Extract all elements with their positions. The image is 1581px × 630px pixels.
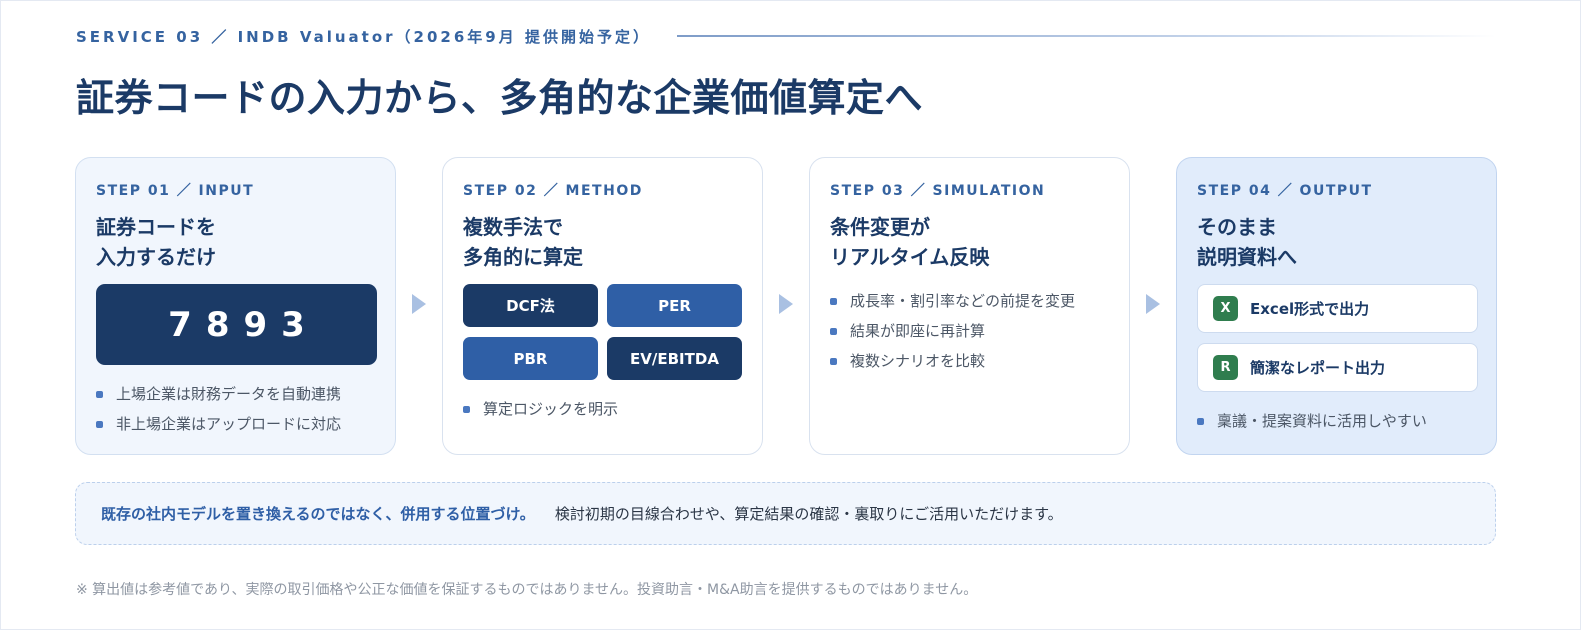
report-output-option: R 簡潔なレポート出力 bbox=[1197, 343, 1478, 392]
output-label: 簡潔なレポート出力 bbox=[1250, 359, 1386, 377]
step-title-line: 多角的に算定 bbox=[463, 245, 583, 269]
bullet-item: 上場企業は財務データを自動連携 bbox=[96, 379, 375, 409]
step-title-line: 条件変更が bbox=[830, 215, 930, 239]
arrow-right-icon bbox=[1146, 294, 1160, 314]
step-title-line: リアルタイム反映 bbox=[830, 245, 990, 269]
step-label: STEP 04 ／ OUTPUT bbox=[1197, 183, 1373, 199]
step-title-line: 入力するだけ bbox=[96, 245, 216, 269]
step-bullets: 稟議・提案資料に活用しやすい bbox=[1197, 406, 1476, 436]
step-label: STEP 01 ／ INPUT bbox=[96, 183, 255, 199]
step-card-simulation: STEP 03 ／ SIMULATION 条件変更が リアルタイム反映 成長率・… bbox=[809, 157, 1130, 455]
report-icon: R bbox=[1213, 355, 1238, 380]
step-bullets: 上場企業は財務データを自動連携 非上場企業はアップロードに対応 bbox=[96, 379, 375, 439]
step-title-line: そのまま bbox=[1197, 215, 1277, 239]
step-title-line: 証券コードを bbox=[96, 215, 216, 239]
step-title: 条件変更が リアルタイム反映 bbox=[830, 212, 1109, 272]
positioning-note: 既存の社内モデルを置き換えるのではなく、併用する位置づけ。 検討初期の目線合わせ… bbox=[75, 482, 1496, 545]
security-code-display: 7893 bbox=[96, 284, 377, 365]
step-label: STEP 02 ／ METHOD bbox=[463, 183, 643, 199]
method-grid: DCF法 PER PBR EV/EBITDA bbox=[463, 284, 742, 380]
method-ev-ebitda: EV/EBITDA bbox=[607, 337, 742, 380]
bullet-item: 非上場企業はアップロードに対応 bbox=[96, 409, 375, 439]
note-emphasis: 既存の社内モデルを置き換えるのではなく、併用する位置づけ。 bbox=[101, 505, 535, 523]
excel-output-option: X Excel形式で出力 bbox=[1197, 284, 1478, 333]
step-card-input: STEP 01 ／ INPUT 証券コードを 入力するだけ 7893 上場企業は… bbox=[75, 157, 396, 455]
method-dcf: DCF法 bbox=[463, 284, 598, 327]
step-title-line: 複数手法で bbox=[463, 215, 563, 239]
arrow-right-icon bbox=[779, 294, 793, 314]
method-per: PER bbox=[607, 284, 742, 327]
page-title: 証券コードの入力から、多角的な企業価値算定へ bbox=[76, 76, 924, 120]
method-pbr: PBR bbox=[463, 337, 598, 380]
output-label: Excel形式で出力 bbox=[1250, 300, 1370, 318]
step-title: そのまま 説明資料へ bbox=[1197, 212, 1476, 272]
disclaimer: ※ 算出値は参考値であり、実際の取引価格や公正な価値を保証するものではありません… bbox=[76, 582, 978, 598]
excel-icon: X bbox=[1213, 296, 1238, 321]
bullet-item: 稟議・提案資料に活用しやすい bbox=[1197, 406, 1476, 436]
step-label: STEP 03 ／ SIMULATION bbox=[830, 183, 1046, 199]
header-kicker-row: SERVICE 03 ／ INDB Valuator（2026年9月 提供開始予… bbox=[76, 25, 1496, 47]
bullet-item: 結果が即座に再計算 bbox=[830, 316, 1109, 346]
service-kicker: SERVICE 03 ／ INDB Valuator（2026年9月 提供開始予… bbox=[76, 27, 651, 46]
step-title: 証券コードを 入力するだけ bbox=[96, 212, 375, 272]
step-title: 複数手法で 多角的に算定 bbox=[463, 212, 742, 272]
step-bullets: 成長率・割引率などの前提を変更 結果が即座に再計算 複数シナリオを比較 bbox=[830, 286, 1109, 376]
step-card-method: STEP 02 ／ METHOD 複数手法で 多角的に算定 DCF法 PER P… bbox=[442, 157, 763, 455]
step-card-output: STEP 04 ／ OUTPUT そのまま 説明資料へ X Excel形式で出力… bbox=[1176, 157, 1497, 455]
bullet-item: 複数シナリオを比較 bbox=[830, 346, 1109, 376]
bullet-item: 成長率・割引率などの前提を変更 bbox=[830, 286, 1109, 316]
step-bullets: 算定ロジックを明示 bbox=[463, 394, 742, 424]
arrow-right-icon bbox=[412, 294, 426, 314]
step-title-line: 説明資料へ bbox=[1197, 245, 1297, 269]
note-text: 検討初期の目線合わせや、算定結果の確認・裏取りにご活用いただけます。 bbox=[554, 505, 1063, 523]
kicker-divider bbox=[676, 35, 1496, 37]
bullet-item: 算定ロジックを明示 bbox=[463, 394, 742, 424]
